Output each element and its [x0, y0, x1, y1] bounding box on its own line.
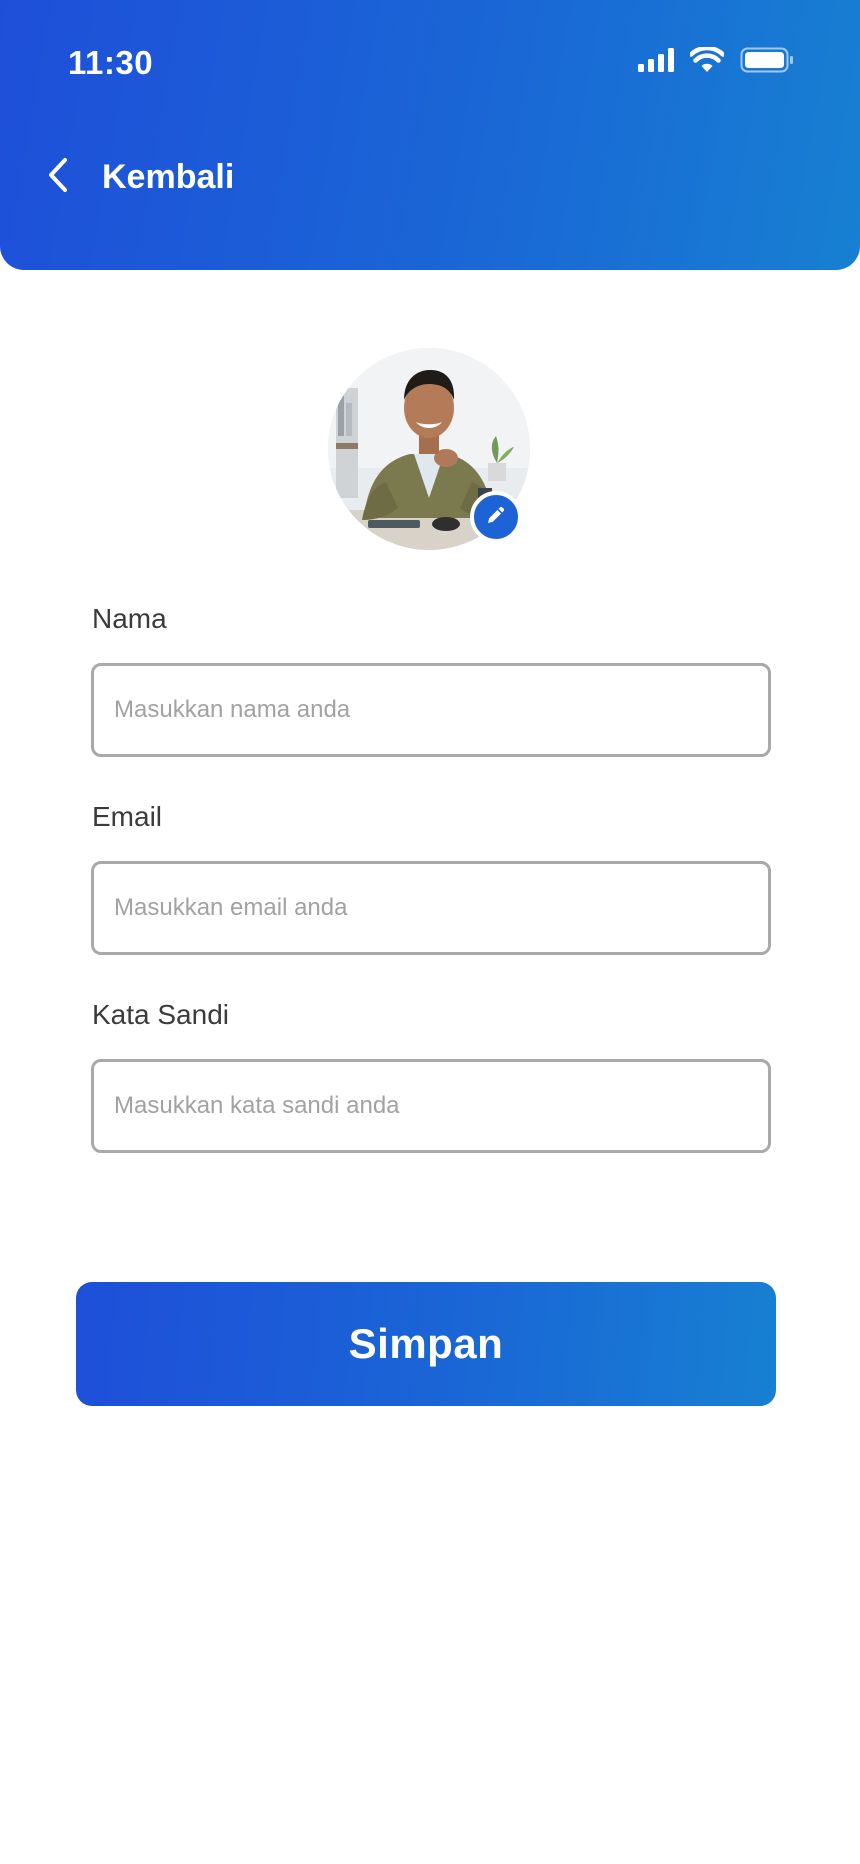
- status-bar: 11:30: [0, 0, 860, 128]
- edit-profile-screen: 11:30 Kembali Nama Masukkan nama anda Em…: [0, 0, 860, 1864]
- password-label: Kata Sandi: [92, 999, 229, 1030]
- battery-icon: [740, 47, 794, 73]
- pencil-icon: [485, 504, 507, 531]
- signal-icon: [638, 48, 674, 72]
- save-button[interactable]: Simpan: [76, 1282, 776, 1406]
- back-button[interactable]: [36, 152, 80, 202]
- status-icons: [638, 47, 794, 73]
- email-label: Email: [92, 801, 163, 832]
- avatar-container: [328, 348, 530, 550]
- header: 11:30 Kembali: [0, 0, 860, 270]
- email-input[interactable]: [91, 861, 771, 955]
- chevron-left-icon: [46, 157, 70, 198]
- name-input[interactable]: [91, 663, 771, 757]
- password-input[interactable]: [91, 1059, 771, 1153]
- back-label[interactable]: Kembali: [102, 158, 234, 197]
- status-time: 11:30: [68, 44, 154, 81]
- wifi-icon: [690, 47, 724, 73]
- nav-bar: Kembali: [36, 152, 234, 202]
- name-label: Nama: [92, 603, 167, 634]
- edit-photo-button[interactable]: [470, 491, 522, 543]
